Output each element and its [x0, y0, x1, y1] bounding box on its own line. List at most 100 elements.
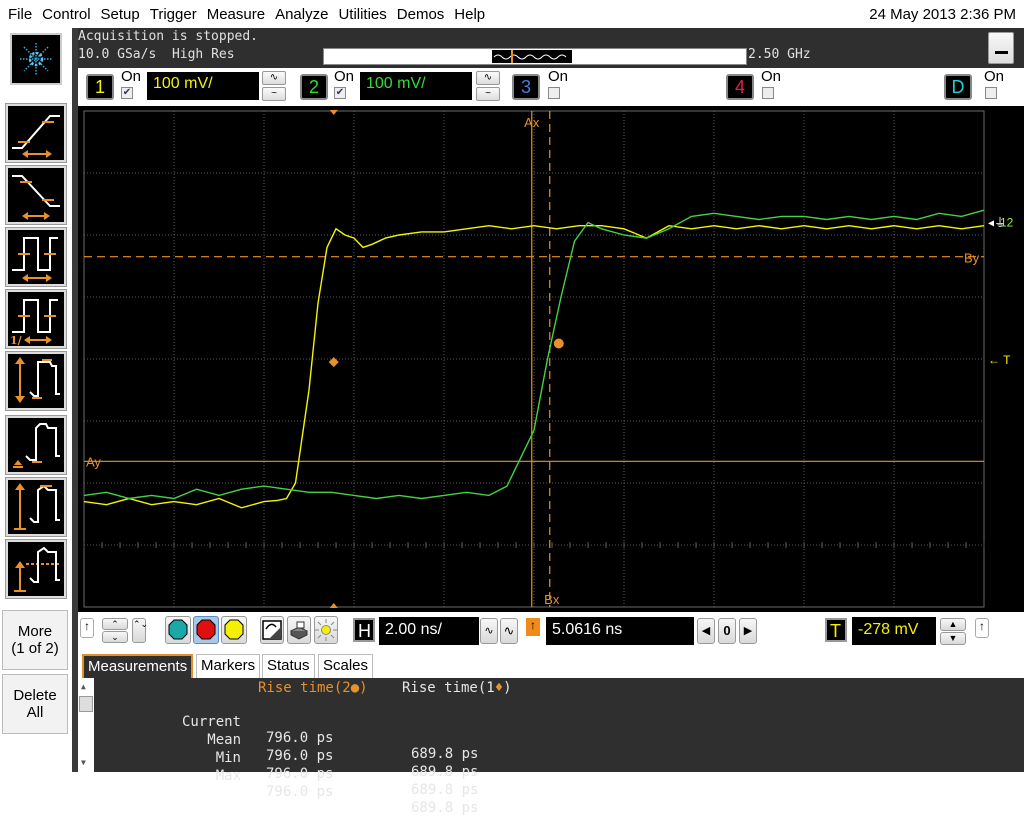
sun-icon — [315, 619, 337, 641]
horizontal-controls: ↑ ⌃ ⌄ ⌃⌄ H 2.00 ns/ ∿ ∿ ↑ 5.0616 ns ◀ 0 … — [78, 612, 1024, 652]
rise-time-ch2-marker — [553, 338, 564, 349]
sample-rate-value: 10.0 GSa/s — [78, 47, 157, 62]
waveform-display[interactable]: Ax Bx Ay By ◂⏚ 12 ← T — [78, 106, 1024, 612]
vamplitude-tool[interactable] — [5, 477, 67, 537]
delay-left-button[interactable]: ◀ — [697, 618, 715, 644]
menu-file[interactable]: File — [0, 6, 37, 23]
delete-sub-label: All — [26, 704, 44, 721]
marker-by-label: By — [964, 251, 980, 266]
minimize-button[interactable] — [988, 32, 1014, 64]
channel-3-on-label: On — [548, 68, 569, 85]
scroll-page-button[interactable]: ⌃⌄ — [132, 618, 148, 643]
measurement-header-ch2: Rise time(2●) — [258, 680, 368, 698]
agilent-logo[interactable] — [10, 33, 62, 85]
more-sub-label: (1 of 2) — [11, 640, 59, 657]
yellow-octagon-icon — [224, 619, 244, 640]
horizontal-fine-button[interactable]: ∿ — [480, 618, 498, 644]
horizontal-coarse-button[interactable]: ∿ — [500, 618, 518, 644]
menu-analyze[interactable]: Analyze — [270, 6, 333, 23]
trigger-level[interactable]: -278 mV — [852, 617, 936, 645]
red-color-button[interactable] — [193, 616, 219, 644]
channel-2-scale-down[interactable]: ~ — [476, 87, 500, 101]
yellow-color-button[interactable] — [221, 616, 247, 644]
measurements-panel: ▲ ▼ Rise time(2●) Rise time(1♦) Current … — [78, 678, 1024, 816]
channel-1-scale-up[interactable]: ∿ — [262, 71, 286, 85]
rise-time-tool[interactable] — [5, 103, 67, 163]
trigger-level-up[interactable]: ▲ — [940, 618, 966, 631]
rise-time-icon — [12, 115, 60, 158]
brightness-button[interactable] — [314, 616, 338, 644]
tab-measurements[interactable]: Measurements — [82, 654, 194, 678]
menu-measure[interactable]: Measure — [202, 6, 270, 23]
delete-all-button[interactable]: Delete All — [2, 674, 68, 734]
bandwidth: 2.50 GHz — [748, 47, 811, 62]
horizontal-delay[interactable]: 5.0616 ns — [546, 617, 694, 645]
printer-icon — [289, 621, 309, 640]
channel-1-button[interactable]: 1 — [86, 74, 114, 100]
results-tabs: Measurements Markers Status Scales — [78, 652, 1024, 678]
channel-4-button[interactable]: 4 — [726, 74, 754, 100]
cyan-octagon-icon — [168, 619, 188, 640]
ch2-marker-dot: ● — [350, 680, 360, 696]
scroll-up-button[interactable]: ⌃ — [102, 618, 128, 630]
channel-4-checkbox[interactable] — [762, 87, 774, 99]
tab-scales[interactable]: Scales — [318, 654, 374, 678]
peak-to-peak-icon — [15, 357, 60, 403]
trigger-level-down[interactable]: ▼ — [940, 632, 966, 645]
digital-channel-button[interactable]: D — [944, 74, 972, 100]
channel-3-checkbox[interactable] — [548, 87, 560, 99]
sample-rate: 10.0 GSa/s High Res — [78, 47, 235, 62]
menu-trigger[interactable]: Trigger — [145, 6, 202, 23]
cursor-arrow-button[interactable]: ↑ — [80, 618, 94, 638]
measurement-row: Mean 796.0 ps 689.8 ps — [78, 716, 578, 780]
row-label: Max — [215, 768, 241, 784]
delay-right-button[interactable]: ▶ — [739, 618, 757, 644]
fall-time-icon — [12, 175, 60, 220]
vbase-tool[interactable] — [5, 415, 67, 475]
delete-label: Delete — [13, 687, 57, 704]
menu-demos[interactable]: Demos — [392, 6, 450, 23]
measurement-row: Min 796.0 ps 689.8 ps — [78, 734, 578, 798]
vpp-tool[interactable] — [5, 351, 67, 411]
tab-markers[interactable]: Markers — [196, 654, 261, 678]
delay-zero-button[interactable]: 0 — [718, 618, 736, 644]
menu-help[interactable]: Help — [449, 6, 490, 23]
period-tool[interactable] — [5, 227, 67, 287]
menu-bar: File Control Setup Trigger Measure Analy… — [0, 0, 1024, 28]
datetime: 24 May 2013 2:36 PM — [869, 5, 1016, 23]
channel-1-checkbox[interactable]: ✔ — [121, 87, 133, 99]
autoscale-button[interactable] — [260, 616, 284, 644]
scroll-down-button[interactable]: ⌄ — [102, 631, 128, 643]
marker-ax-label: Ax — [524, 115, 540, 130]
trigger-slope-button[interactable]: ↑ — [975, 618, 989, 638]
menu-setup[interactable]: Setup — [96, 6, 145, 23]
cyan-color-button[interactable] — [165, 616, 191, 644]
channel-1-scale-down[interactable]: ~ — [262, 87, 286, 101]
memory-bar[interactable] — [323, 48, 747, 65]
vtop-tool[interactable] — [5, 539, 67, 599]
channel-controls: 1 On ✔ 100 mV/ ∿ ~ 2 On ✔ 100 mV/ ∿ ~ 3 … — [78, 68, 1024, 106]
vbase-icon — [13, 423, 60, 468]
scroll-up-arrow[interactable]: ▲ — [81, 682, 86, 691]
amplitude-icon — [14, 483, 60, 530]
print-button[interactable] — [287, 616, 311, 644]
digital-checkbox[interactable] — [985, 87, 997, 99]
menu-utilities[interactable]: Utilities — [333, 6, 391, 23]
svg-text:1/: 1/ — [10, 334, 23, 346]
channel-2-scale-up[interactable]: ∿ — [476, 71, 500, 85]
channel-2-checkbox[interactable]: ✔ — [334, 87, 346, 99]
measurement-header-ch1: Rise time(1♦) — [402, 680, 512, 698]
header-ch1-close: ) — [503, 680, 512, 696]
frequency-tool[interactable]: 1/ — [5, 289, 67, 349]
more-button[interactable]: More (1 of 2) — [2, 610, 68, 670]
tab-status[interactable]: Status — [262, 654, 315, 678]
channel-2-button[interactable]: 2 — [300, 74, 328, 100]
fall-time-tool[interactable] — [5, 165, 67, 225]
channel-2-scale[interactable]: 100 mV/ — [360, 72, 472, 100]
vtop-icon — [14, 546, 60, 592]
channel-1-scale[interactable]: 100 mV/ — [147, 72, 259, 100]
channel-3-button[interactable]: 3 — [512, 74, 540, 100]
period-icon — [12, 237, 58, 282]
menu-control[interactable]: Control — [37, 6, 95, 23]
horizontal-scale[interactable]: 2.00 ns/ — [379, 617, 479, 645]
